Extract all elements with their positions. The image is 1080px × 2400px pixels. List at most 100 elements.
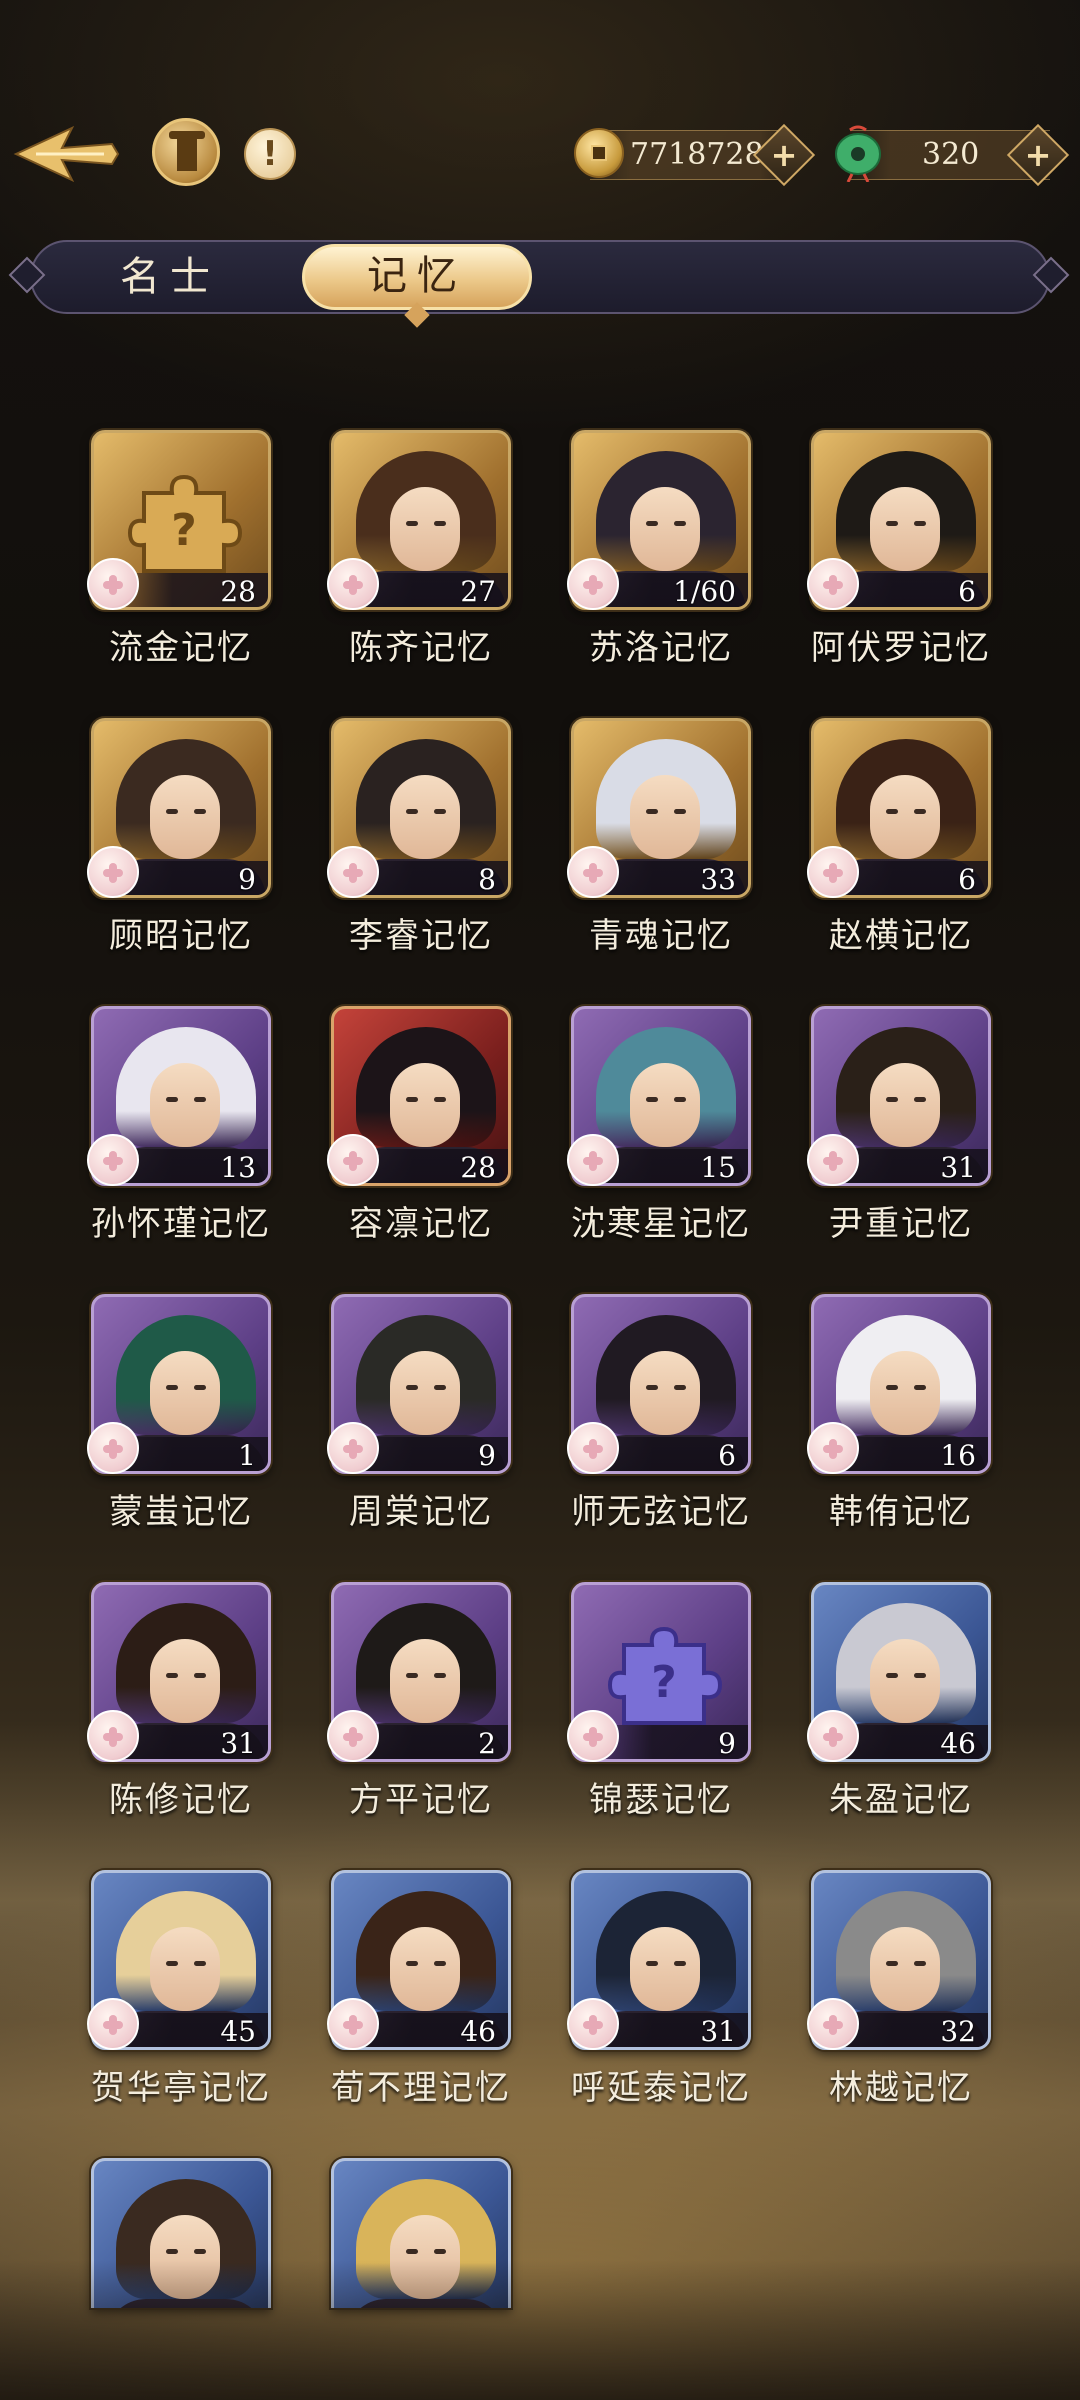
memory-card[interactable]: 31 呼延泰记忆	[567, 1870, 751, 2108]
portrait-eye	[434, 2249, 446, 2254]
portrait-face	[390, 487, 460, 571]
memory-name: 呼延泰记忆	[571, 2068, 751, 2108]
memory-count: 28	[460, 1151, 496, 1184]
memory-card[interactable]: 6 赵横记忆	[807, 718, 991, 956]
memory-card[interactable]: ? 9 锦瑟记忆	[567, 1582, 751, 1820]
memory-card[interactable]: 9 周棠记忆	[327, 1294, 511, 1532]
portrait-face	[870, 1639, 940, 1723]
portrait-eye	[434, 1961, 446, 1966]
portrait-face	[150, 1063, 220, 1147]
memory-name: 容凛记忆	[349, 1204, 493, 1244]
puzzle-fragment-badge-icon	[327, 1422, 379, 1474]
memory-card[interactable]: 8 李睿记忆	[327, 718, 511, 956]
portrait-eye	[406, 1097, 418, 1102]
portrait-eye	[886, 1673, 898, 1678]
memory-card[interactable]: 27 陈齐记忆	[327, 430, 511, 668]
portrait-eye	[406, 1961, 418, 1966]
jade-amount: 320	[922, 137, 980, 172]
memory-card[interactable]: 31 尹重记忆	[807, 1006, 991, 1244]
info-exclamation-button[interactable]: !	[244, 128, 296, 180]
puzzle-fragment-badge-icon	[567, 1710, 619, 1762]
tab-jiyi-active[interactable]: 记忆	[302, 244, 532, 310]
memory-card[interactable]: 45 贺华亭记忆	[87, 1870, 271, 2108]
puzzle-fragment-badge-icon	[567, 1998, 619, 2050]
memory-count: 28	[220, 575, 256, 608]
portrait-face	[630, 1927, 700, 2011]
memory-card[interactable]: 6 师无弦记忆	[567, 1294, 751, 1532]
portrait-eye	[886, 1385, 898, 1390]
portrait-eye	[914, 1385, 926, 1390]
portrait-eye	[674, 809, 686, 814]
portrait-eye	[194, 1385, 206, 1390]
memory-name: 李睿记忆	[349, 916, 493, 956]
memory-card[interactable]: 1/60 苏洛记忆	[567, 430, 751, 668]
puzzle-piece-icon: ?	[607, 1626, 723, 1725]
portrait-face	[630, 1063, 700, 1147]
memory-count: 32	[940, 2015, 976, 2048]
memory-count: 8	[478, 863, 496, 896]
portrait-face	[630, 775, 700, 859]
puzzle-fragment-badge-icon	[87, 1422, 139, 1474]
portrait-eye	[166, 1385, 178, 1390]
memory-card[interactable]: 13 孙怀瑾记忆	[87, 1006, 271, 1244]
memory-card[interactable]: 46 荀不理记忆	[327, 1870, 511, 2108]
memory-card[interactable]: 9 顾昭记忆	[87, 718, 271, 956]
memory-card[interactable]: ? 28 流金记忆	[87, 430, 271, 668]
puzzle-fragment-badge-icon	[567, 558, 619, 610]
portrait-face	[870, 1351, 940, 1435]
portrait-eye	[674, 521, 686, 526]
memory-count: 1/60	[673, 575, 736, 608]
puzzle-fragment-badge-icon	[807, 558, 859, 610]
memory-card[interactable]: 28 容凛记忆	[327, 1006, 511, 1244]
puzzle-fragment-badge-icon	[567, 846, 619, 898]
memory-name: 青魂记忆	[589, 916, 733, 956]
portrait-eye	[194, 1673, 206, 1678]
portrait-eye	[194, 1961, 206, 1966]
memory-card[interactable]: 1 蒙蚩记忆	[87, 1294, 271, 1532]
portrait-face	[390, 1927, 460, 2011]
tab-mingshi[interactable]: 名士	[90, 248, 250, 306]
archive-pillar-button[interactable]	[152, 118, 220, 186]
back-arrow-button[interactable]	[12, 118, 122, 198]
memory-card[interactable]: 33 青魂记忆	[567, 718, 751, 956]
portrait-face	[150, 1351, 220, 1435]
portrait-eye	[406, 1673, 418, 1678]
memory-card[interactable]: 6 阿伏罗记忆	[807, 430, 991, 668]
portrait-eye	[406, 1385, 418, 1390]
memory-count: 33	[700, 863, 736, 896]
memory-name: 师无弦记忆	[571, 1492, 751, 1532]
portrait-eye	[886, 1961, 898, 1966]
memory-card[interactable]: 16 韩侑记忆	[807, 1294, 991, 1532]
portrait-eye	[194, 1097, 206, 1102]
portrait-eye	[914, 1673, 926, 1678]
memory-card[interactable]: 46 朱盈记忆	[807, 1582, 991, 1820]
memory-count: 13	[220, 1151, 256, 1184]
memory-card[interactable]: 32 林越记忆	[807, 1870, 991, 2108]
memory-card[interactable]: 2 方平记忆	[327, 1582, 511, 1820]
portrait-face	[870, 1927, 940, 2011]
portrait-eye	[406, 521, 418, 526]
memory-card[interactable]: 15 沈寒星记忆	[567, 1006, 751, 1244]
portrait-eye	[434, 809, 446, 814]
plus-icon: +	[1024, 136, 1052, 174]
memory-name: 林越记忆	[829, 2068, 973, 2108]
puzzle-fragment-badge-icon	[327, 558, 379, 610]
portrait-eye	[674, 1961, 686, 1966]
portrait-face	[390, 775, 460, 859]
portrait-eye	[166, 1961, 178, 1966]
memory-count: 46	[940, 1727, 976, 1760]
memory-name: 流金记忆	[109, 628, 253, 668]
portrait-eye	[674, 1385, 686, 1390]
portrait-face	[630, 487, 700, 571]
portrait-face	[150, 1639, 220, 1723]
puzzle-piece-icon: ?	[127, 474, 243, 573]
memory-count: 31	[700, 2015, 736, 2048]
memory-name: 尹重记忆	[829, 1204, 973, 1244]
memory-card[interactable]: 31 陈修记忆	[87, 1582, 271, 1820]
svg-text:?: ?	[171, 505, 197, 556]
portrait-eye	[194, 2249, 206, 2254]
portrait-eye	[434, 1385, 446, 1390]
portrait-eye	[166, 2249, 178, 2254]
puzzle-fragment-badge-icon	[87, 558, 139, 610]
bottom-fade	[0, 2260, 1080, 2400]
